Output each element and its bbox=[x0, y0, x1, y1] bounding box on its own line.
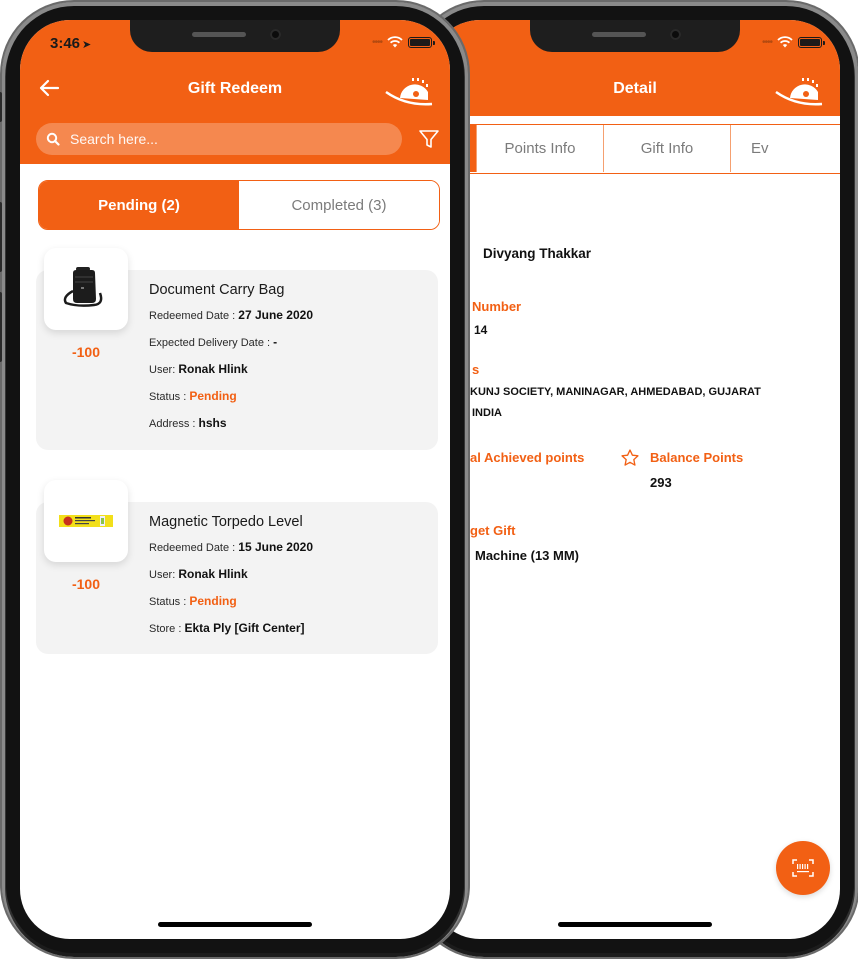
redeemed-date: Redeemed Date : 15 June 2020 bbox=[149, 540, 313, 554]
user: User: Ronak Hlink bbox=[149, 362, 248, 376]
tab-gift-info[interactable]: Gift Info bbox=[604, 125, 731, 172]
tab-events[interactable]: Ev bbox=[731, 125, 840, 172]
battery-icon bbox=[798, 36, 825, 48]
store: Store : Ekta Ply [Gift Center] bbox=[149, 621, 305, 635]
saw-helmet-logo-icon bbox=[385, 78, 433, 106]
tab-pending[interactable]: Pending (2) bbox=[39, 181, 239, 229]
app-header: Detail bbox=[430, 60, 840, 116]
scan-fab-button[interactable] bbox=[776, 841, 830, 895]
bag-image bbox=[63, 267, 103, 307]
phone-detail: •••• Detail c Detail Points Info Gift bbox=[412, 2, 858, 957]
number-label: Number bbox=[472, 299, 522, 314]
status-badge: Pending bbox=[189, 594, 237, 608]
user: User: Ronak Hlink bbox=[149, 567, 248, 581]
status: Status : Pending bbox=[149, 594, 237, 608]
address-label: s bbox=[472, 362, 480, 377]
wifi-icon bbox=[777, 36, 793, 48]
gift-image bbox=[44, 480, 128, 562]
filter-funnel-icon[interactable] bbox=[418, 128, 440, 150]
signal-dots-icon: •••• bbox=[371, 36, 383, 48]
detail-tabs: c Detail Points Info Gift Info Ev bbox=[430, 124, 840, 174]
status-tabs: Pending (2) Completed (3) bbox=[38, 180, 440, 230]
gift-name: Magnetic Torpedo Level bbox=[149, 514, 303, 530]
gift-redeem-screen: 3:46 ➤ •••• Gift Redeem Search here... P… bbox=[20, 20, 450, 939]
status-badge: Pending bbox=[189, 389, 237, 403]
battery-icon bbox=[408, 36, 435, 48]
target-gift-value: Machine (13 MM) bbox=[475, 548, 580, 563]
home-indicator bbox=[558, 922, 712, 927]
saw-helmet-logo-icon bbox=[775, 78, 823, 106]
location-arrow-icon: ➤ bbox=[82, 39, 92, 51]
gift-image bbox=[44, 248, 128, 330]
address-line-1: KUNJ SOCIETY, MANINAGAR, AHMEDABAD, GUJA… bbox=[470, 386, 761, 398]
user-name: Divyang Thakkar bbox=[483, 246, 592, 261]
achieved-points-label: al Achieved points bbox=[470, 450, 585, 465]
search-icon bbox=[46, 132, 60, 146]
app-header: Gift Redeem bbox=[20, 60, 450, 116]
balance-points-label: Balance Points bbox=[650, 450, 744, 465]
tab-points-info[interactable]: Points Info bbox=[477, 125, 604, 172]
gift-name: Document Carry Bag bbox=[149, 282, 285, 298]
balance-points-value: 293 bbox=[650, 475, 672, 490]
torpedo-level-image bbox=[59, 515, 113, 527]
mute-switch bbox=[0, 92, 2, 122]
number-value: 14 bbox=[474, 323, 488, 337]
status-time: 3:46 ➤ bbox=[50, 35, 92, 52]
tab-completed[interactable]: Completed (3) bbox=[239, 181, 439, 229]
gift-points: -100 bbox=[71, 344, 101, 360]
gift-points: -100 bbox=[71, 576, 101, 592]
status: Status : Pending bbox=[149, 389, 237, 403]
signal-dots-icon: •••• bbox=[761, 36, 773, 48]
expected-delivery-date: Expected Delivery Date : - bbox=[149, 335, 278, 349]
barcode-scan-icon bbox=[792, 859, 814, 877]
star-icon bbox=[621, 449, 639, 466]
target-gift-label: get Gift bbox=[470, 523, 516, 538]
volume-down-button bbox=[0, 292, 2, 362]
volume-up-button bbox=[0, 202, 2, 272]
notch bbox=[530, 20, 740, 52]
home-indicator bbox=[158, 922, 312, 927]
address: Address : hshs bbox=[149, 416, 227, 430]
wifi-icon bbox=[387, 36, 403, 48]
address-line-2: INDIA bbox=[472, 407, 502, 419]
notch bbox=[130, 20, 340, 52]
detail-screen: •••• Detail c Detail Points Info Gift bbox=[430, 20, 840, 939]
phone-gift-redeem: 3:46 ➤ •••• Gift Redeem Search here... P… bbox=[0, 2, 468, 957]
search-input[interactable] bbox=[70, 131, 370, 147]
redeemed-date: Redeemed Date : 27 June 2020 bbox=[149, 308, 313, 322]
search-bar bbox=[36, 123, 402, 155]
